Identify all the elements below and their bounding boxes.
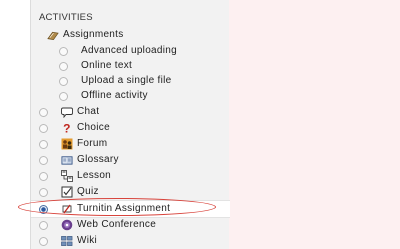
activity-web-conference[interactable]: Web Conference xyxy=(31,217,230,233)
highlight-annotation-ellipse xyxy=(18,198,216,216)
web-conference-icon xyxy=(61,219,73,231)
radio-button[interactable] xyxy=(39,124,48,133)
activity-label: Web Conference xyxy=(77,219,157,230)
activity-choice[interactable]: ? Choice xyxy=(31,120,230,136)
radio-button[interactable] xyxy=(39,172,48,181)
assignment-type-offline-activity[interactable]: Offline activity xyxy=(31,88,230,104)
radio-button[interactable] xyxy=(59,77,68,86)
chat-icon xyxy=(61,106,73,118)
activity-label: Lesson xyxy=(77,170,112,181)
activity-label: Choice xyxy=(77,122,110,133)
wiki-icon xyxy=(61,235,73,247)
assignments-label: Assignments xyxy=(63,29,124,40)
radio-button[interactable] xyxy=(39,188,48,197)
activity-label: Forum xyxy=(77,138,108,149)
activity-lesson[interactable]: Lesson xyxy=(31,168,230,184)
option-label: Offline activity xyxy=(81,90,148,101)
lesson-icon xyxy=(61,170,73,182)
radio-button[interactable] xyxy=(39,156,48,165)
radio-button[interactable] xyxy=(39,140,48,149)
radio-button[interactable] xyxy=(39,237,48,246)
page-background-right xyxy=(229,0,400,249)
glossary-icon xyxy=(61,154,73,166)
quiz-icon xyxy=(61,186,73,198)
option-label: Advanced uploading xyxy=(81,45,178,56)
radio-button[interactable] xyxy=(39,221,48,230)
option-label: Upload a single file xyxy=(81,75,172,86)
assignment-type-advanced-uploading[interactable]: Advanced uploading xyxy=(31,43,230,59)
activity-forum[interactable]: Forum xyxy=(31,136,230,152)
activity-chat[interactable]: Chat xyxy=(31,104,230,120)
activity-glossary[interactable]: Glossary xyxy=(31,152,230,168)
option-label: Online text xyxy=(81,60,133,71)
radio-button[interactable] xyxy=(59,92,68,101)
choice-icon: ? xyxy=(61,122,73,134)
radio-button[interactable] xyxy=(59,47,68,56)
activity-label: Wiki xyxy=(77,235,98,246)
assignment-type-upload-single-file[interactable]: Upload a single file xyxy=(31,73,230,89)
svg-text:?: ? xyxy=(63,122,71,134)
activity-label: Glossary xyxy=(77,154,119,165)
assignment-icon xyxy=(47,29,59,41)
forum-icon xyxy=(61,138,73,150)
radio-button[interactable] xyxy=(59,62,68,71)
assignment-type-online-text[interactable]: Online text xyxy=(31,58,230,74)
radio-button[interactable] xyxy=(39,108,48,117)
activities-heading: ACTIVITIES xyxy=(39,12,93,23)
activity-label: Chat xyxy=(77,106,100,117)
activity-wiki[interactable]: Wiki xyxy=(31,233,230,249)
assignments-group: Assignments xyxy=(31,27,230,43)
